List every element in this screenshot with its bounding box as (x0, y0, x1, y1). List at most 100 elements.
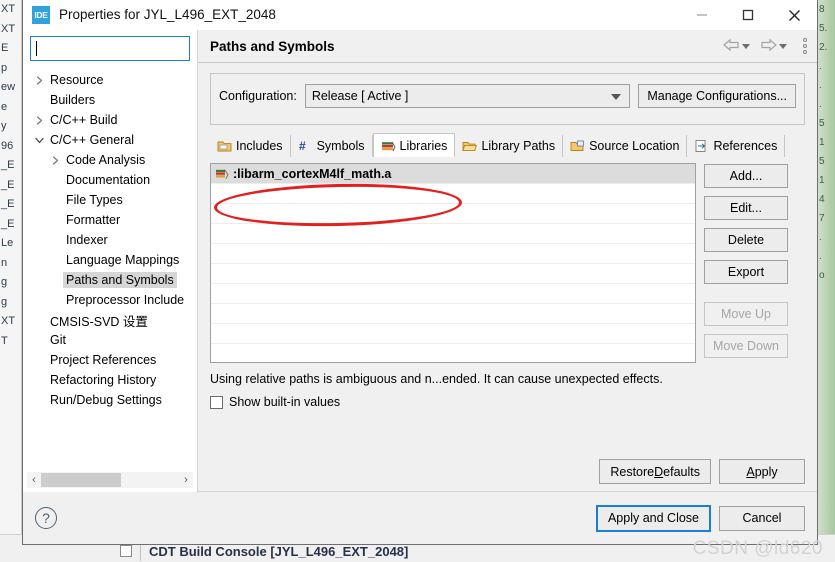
sidebar-item-cmsis-svd[interactable]: CMSIS-SVD 设置 (23, 310, 197, 330)
dialog-titlebar: IDE Properties for JYL_L496_EXT_2048 (23, 0, 817, 30)
library-list-empty-row[interactable] (211, 304, 695, 324)
background-text-fragment: . (819, 99, 822, 110)
dialog-title: Properties for JYL_L496_EXT_2048 (59, 7, 276, 22)
tab-references[interactable]: References (687, 135, 786, 157)
sidebar-item-formatter[interactable]: Formatter (23, 210, 197, 230)
chevron-right-icon[interactable] (31, 115, 47, 125)
scroll-right-icon[interactable]: › (179, 474, 193, 486)
tab-source-location[interactable]: Source Location (563, 135, 688, 157)
tab-label: Symbols (316, 139, 365, 153)
library-list-empty-row[interactable] (211, 344, 695, 362)
sidebar-item-file-types[interactable]: File Types (23, 190, 197, 210)
sidebar-horizontal-scrollbar[interactable]: ‹ › (27, 472, 193, 488)
settings-tree[interactable]: Resource Builders C/C++ Build C/C++ General… (23, 65, 197, 472)
sidebar-item-language-mappings[interactable]: Language Mappings (23, 250, 197, 270)
background-right-fragments: 8 5. 2.... 5 1 5 1 4 7.. o (818, 0, 835, 562)
library-list-empty-row[interactable] (211, 224, 695, 244)
dialog-body: Resource Builders C/C++ Build C/C++ General… (23, 30, 817, 492)
library-list-empty-row[interactable] (211, 284, 695, 304)
libraries-list-row: :libarm_cortexM4lf_math.a Add... Edit... D… (210, 163, 805, 363)
sidebar-item-code-analysis[interactable]: Code Analysis (23, 150, 197, 170)
settings-content: Paths and Symbols Configuration: Release… (198, 30, 817, 492)
svg-text:#: # (299, 139, 306, 153)
chevron-right-icon[interactable] (31, 75, 47, 85)
sidebar-item-label: C/C++ General (50, 133, 135, 147)
nav-forward-group[interactable] (760, 38, 795, 55)
sidebar-item-label: Builders (50, 93, 96, 107)
edit-button[interactable]: Edit... (704, 196, 788, 220)
cancel-button[interactable]: Cancel (719, 505, 805, 531)
configuration-select[interactable]: Release [ Active ] (304, 84, 631, 108)
sidebar-item-label: Formatter (66, 213, 121, 227)
background-text-fragment: g (1, 295, 8, 308)
sidebar-item-paths-and-symbols[interactable]: Paths and Symbols (23, 270, 197, 290)
library-list-item[interactable]: :libarm_cortexM4lf_math.a (211, 164, 695, 184)
library-list-empty-row[interactable] (211, 264, 695, 284)
chevron-down-icon[interactable] (31, 136, 47, 145)
arrow-left-icon[interactable] (723, 38, 740, 55)
window-controls (679, 0, 817, 30)
scrollbar-thumb[interactable] (41, 473, 121, 487)
maximize-icon[interactable] (725, 0, 771, 30)
tab-symbols[interactable]: # Symbols (290, 135, 373, 157)
question-mark-icon[interactable]: ? (35, 507, 57, 529)
background-text-fragment: E (1, 42, 9, 54)
library-list-empty-row[interactable] (211, 184, 695, 204)
library-list-empty-row[interactable] (211, 204, 695, 224)
nav-back-group[interactable] (723, 38, 758, 55)
sidebar-item-c-c-build[interactable]: C/C++ Build (23, 110, 197, 130)
tab-includes[interactable]: Includes (210, 135, 291, 157)
tab-label: Includes (236, 139, 283, 153)
libraries-listbox[interactable]: :libarm_cortexM4lf_math.a (210, 163, 696, 363)
background-left-fragments: XT XT Ep ew e y 96 _E _E _E _E Le n g g XT T (0, 0, 22, 545)
delete-button[interactable]: Delete (704, 228, 788, 252)
chevron-down-icon[interactable] (611, 94, 622, 100)
background-text-fragment: 8 (819, 4, 825, 15)
apply-and-close-button[interactable]: Apply and Close (595, 504, 711, 532)
sidebar-item-project-references[interactable]: Project References (23, 350, 197, 370)
show-builtin-values-row[interactable]: Show built-in values (210, 395, 805, 409)
sidebar-item-git[interactable]: Git (23, 330, 197, 350)
kebab-menu-icon[interactable] (803, 38, 807, 54)
apply-button[interactable]: Apply (719, 459, 805, 484)
sidebar-item-label: CMSIS-SVD 设置 (50, 314, 148, 329)
minimize-icon[interactable] (679, 0, 725, 30)
sidebar-item-resource[interactable]: Resource (23, 70, 197, 90)
close-icon[interactable] (771, 0, 817, 30)
arrow-right-icon[interactable] (760, 38, 777, 55)
sidebar-item-run-debug-settings[interactable]: Run/Debug Settings (23, 390, 197, 410)
sidebar-item-indexer[interactable]: Indexer (23, 230, 197, 250)
back-dropdown-caret-icon[interactable] (742, 43, 750, 49)
background-text-fragment: 4 (819, 194, 825, 205)
sidebar-item-label: Code Analysis (66, 153, 146, 167)
background-text-fragment: 2. (819, 42, 828, 53)
search-input[interactable] (37, 40, 184, 57)
sidebar-item-refactoring-history[interactable]: Refactoring History (23, 370, 197, 390)
export-button[interactable]: Export (704, 260, 788, 284)
tab-library-paths[interactable]: Library Paths (455, 135, 564, 157)
chevron-right-icon[interactable] (47, 155, 63, 165)
tab-libraries[interactable]: Libraries (372, 133, 456, 157)
manage-configurations-button[interactable]: Manage Configurations... (638, 84, 796, 108)
sidebar-filter-box[interactable] (30, 36, 190, 61)
sidebar-item-c-c-general[interactable]: C/C++ General (23, 130, 197, 150)
libraries-tab-panel: :libarm_cortexM4lf_math.a Add... Edit... D… (210, 157, 805, 452)
scroll-left-icon[interactable]: ‹ (27, 474, 41, 486)
sidebar-item-preprocessor-include[interactable]: Preprocessor Include (23, 290, 197, 310)
library-list-empty-row[interactable] (211, 324, 695, 344)
library-list-empty-row[interactable] (211, 244, 695, 264)
property-tabs[interactable]: Includes # Symbols Libraries Library Paths So… (210, 133, 805, 157)
background-text-fragment: Le (1, 237, 14, 249)
forward-dropdown-caret-icon[interactable] (779, 43, 787, 49)
restore-defaults-button[interactable]: Restore Defaults (599, 459, 711, 484)
sidebar-item-documentation[interactable]: Documentation (23, 170, 197, 190)
sidebar-item-label: Run/Debug Settings (50, 393, 162, 407)
sidebar-item-label: Project References (50, 353, 157, 367)
scrollbar-track[interactable] (41, 473, 179, 487)
sidebar-item-builders[interactable]: Builders (23, 90, 197, 110)
sidebar-item-label: Paths and Symbols (63, 272, 177, 288)
add-button[interactable]: Add... (704, 164, 788, 188)
background-text-fragment: _E (1, 159, 15, 171)
background-text-fragment: . (819, 61, 822, 72)
show-builtin-values-checkbox[interactable] (210, 395, 223, 409)
